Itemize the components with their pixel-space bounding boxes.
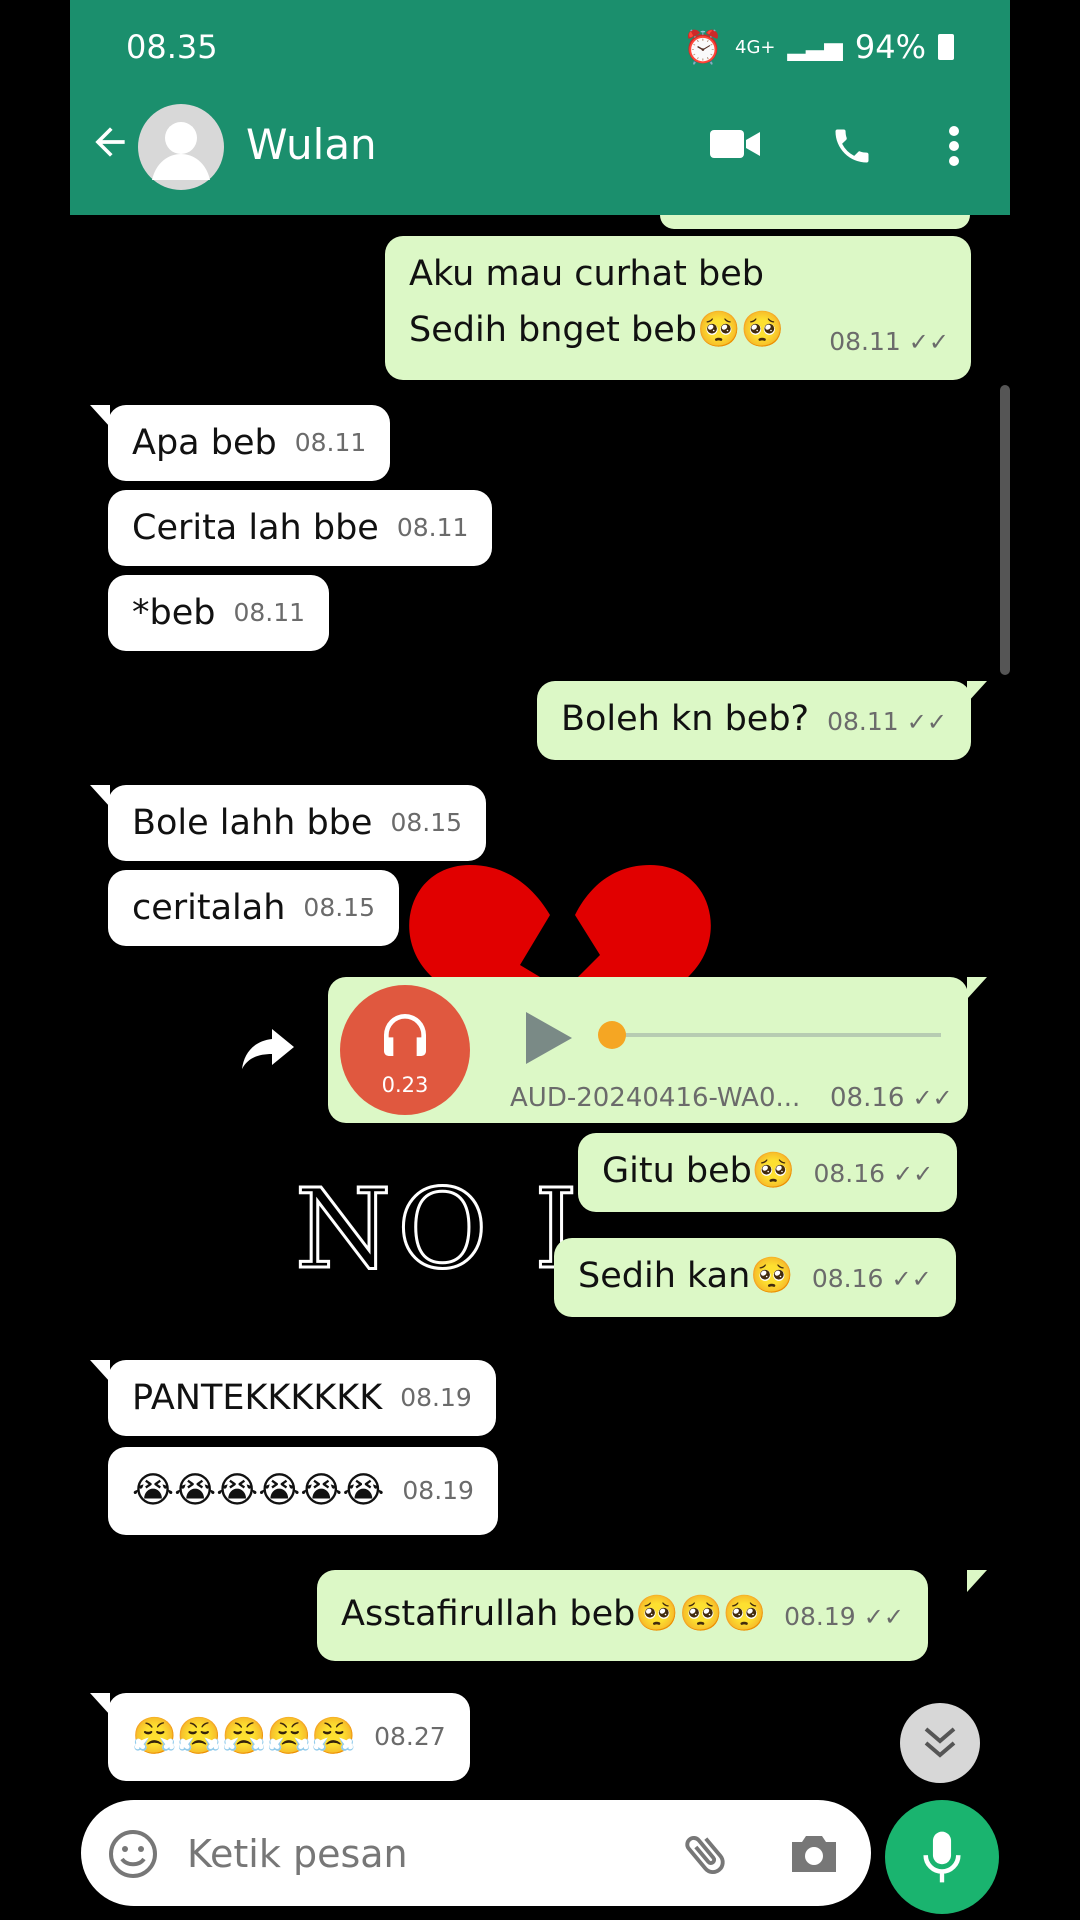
message-bubble-incoming[interactable]: Cerita lah bbe 08.11: [108, 490, 493, 566]
forward-button[interactable]: [240, 1025, 296, 1075]
message-bubble-incoming[interactable]: Apa beb 08.11: [108, 405, 391, 481]
read-ticks-icon: ✓✓: [893, 1160, 934, 1188]
message-bubble-incoming[interactable]: *beb 08.11: [108, 575, 330, 651]
read-ticks-icon: ✓✓: [863, 1603, 904, 1631]
read-ticks-icon: ✓✓: [891, 1265, 932, 1293]
kebab-menu-icon: [949, 126, 959, 166]
message-input[interactable]: Ketik pesan: [187, 1832, 408, 1876]
message-bubble-outgoing[interactable]: Gitu beb🥺 08.16 ✓✓: [578, 1133, 958, 1212]
message-bubble-outgoing[interactable]: Asstafirullah beb🥺🥺🥺 08.19 ✓✓: [317, 1570, 928, 1661]
message-bubble-incoming[interactable]: ceritalah 08.15: [108, 870, 399, 946]
network-label: 4G+: [735, 36, 776, 58]
message-time: 08.11: [294, 428, 367, 457]
bubble-tail: [967, 1570, 987, 1592]
signal-icon: ▂▃▅: [787, 33, 843, 61]
message-bubble-partial[interactable]: [660, 215, 970, 229]
message-time: 08.11: [396, 513, 469, 542]
message-text: Asstafirullah beb🥺🥺🥺: [341, 1594, 767, 1634]
attach-button[interactable]: [680, 1828, 732, 1884]
emoji-button[interactable]: [107, 1828, 159, 1884]
bubble-tail: [90, 785, 110, 807]
message-time: 08.19: [402, 1476, 474, 1505]
message-text: Apa beb: [132, 423, 277, 463]
audio-progress-track[interactable]: [606, 1033, 941, 1037]
back-button[interactable]: [88, 120, 132, 168]
message-bubble-outgoing[interactable]: Aku mau curhat beb Sedih bnget beb🥺🥺 08.…: [385, 236, 971, 380]
camera-button[interactable]: [788, 1832, 840, 1880]
arrow-left-icon: [95, 127, 125, 157]
message-time: 08.16: [811, 1264, 884, 1293]
bubble-tail: [90, 405, 110, 427]
app-header: 08.35 ⏰ 4G+ ▂▃▅ 94% Wulan: [70, 0, 1010, 215]
audio-filename: AUD-20240416-WA0...: [510, 1083, 801, 1113]
battery-icon: [938, 34, 954, 60]
play-button[interactable]: [522, 1010, 574, 1070]
more-options-button[interactable]: [947, 124, 961, 172]
read-ticks-icon: ✓✓: [908, 328, 949, 356]
audio-badge: 0.23: [340, 985, 470, 1115]
message-text: Bole lahh bbe: [132, 803, 373, 843]
microphone-button[interactable]: [885, 1800, 999, 1914]
message-text: Cerita lah bbe: [132, 508, 379, 548]
status-icons: ⏰ 4G+ ▂▃▅ 94%: [683, 28, 954, 66]
scroll-to-bottom-button[interactable]: [900, 1703, 980, 1783]
message-text: 😭😭😭😭😭😭: [132, 1470, 385, 1511]
message-text: Boleh kn beb?: [561, 699, 810, 739]
paperclip-icon: [685, 1836, 725, 1874]
bubble-tail: [967, 977, 987, 999]
bubble-tail: [90, 1693, 110, 1715]
voice-call-button[interactable]: [830, 124, 874, 172]
message-text: *beb: [132, 593, 216, 633]
message-bubble-outgoing[interactable]: Sedih kan🥺 08.16 ✓✓: [554, 1238, 956, 1317]
forward-arrow-icon: [242, 1029, 294, 1069]
avatar[interactable]: [138, 104, 224, 190]
microphone-icon: [923, 1831, 961, 1883]
alarm-icon: ⏰: [683, 28, 724, 66]
message-bubble-incoming[interactable]: 😭😭😭😭😭😭 08.19: [108, 1447, 498, 1535]
message-bubble-incoming[interactable]: 😤😤😤😤😤 08.27: [108, 1693, 470, 1781]
person-icon: [152, 122, 210, 180]
message-time: 08.11: [827, 707, 899, 736]
camera-icon: [792, 1836, 836, 1872]
scrollbar[interactable]: [1000, 385, 1010, 675]
contact-name[interactable]: Wulan: [246, 120, 377, 169]
message-time: 08.15: [303, 893, 375, 922]
message-text: 😤😤😤😤😤: [132, 1716, 357, 1757]
message-time: 08.11: [829, 327, 901, 356]
message-time: 08.27: [374, 1722, 446, 1751]
bubble-tail: [90, 1360, 110, 1382]
read-ticks-icon: ✓✓: [912, 1084, 953, 1112]
message-time: 08.19: [784, 1602, 856, 1631]
message-text: Sedih bnget beb🥺🥺: [409, 310, 785, 350]
message-text: Aku mau curhat beb: [409, 254, 764, 294]
message-time: 08.11: [233, 598, 306, 627]
play-icon: [526, 1012, 572, 1064]
phone-icon: [835, 129, 869, 163]
message-time: 08.16: [813, 1159, 886, 1188]
message-bubble-incoming[interactable]: Bole lahh bbe 08.15: [108, 785, 487, 861]
message-text: Sedih kan🥺: [578, 1256, 794, 1296]
message-bubble-incoming[interactable]: PANTEKKKKKK 08.19: [108, 1360, 496, 1436]
read-ticks-icon: ✓✓: [906, 708, 947, 736]
message-bubble-outgoing[interactable]: Boleh kn beb? 08.11 ✓✓: [537, 681, 971, 760]
audio-duration: 0.23: [381, 1073, 429, 1097]
video-camera-icon: [710, 130, 760, 158]
battery-percent: 94%: [854, 28, 926, 66]
message-text: Gitu beb🥺: [602, 1151, 796, 1191]
audio-progress-thumb[interactable]: [598, 1021, 626, 1049]
status-time: 08.35: [126, 28, 218, 66]
message-time: 08.15: [390, 808, 463, 837]
message-time: 08.16: [830, 1083, 905, 1113]
message-text: PANTEKKKKKK: [132, 1378, 383, 1418]
double-chevron-down-icon: [924, 1727, 956, 1758]
video-call-button[interactable]: [708, 124, 762, 168]
message-text: ceritalah: [132, 888, 286, 928]
headphones-icon: [384, 1014, 426, 1056]
message-time: 08.19: [400, 1383, 472, 1412]
smiley-icon: [109, 1830, 157, 1878]
